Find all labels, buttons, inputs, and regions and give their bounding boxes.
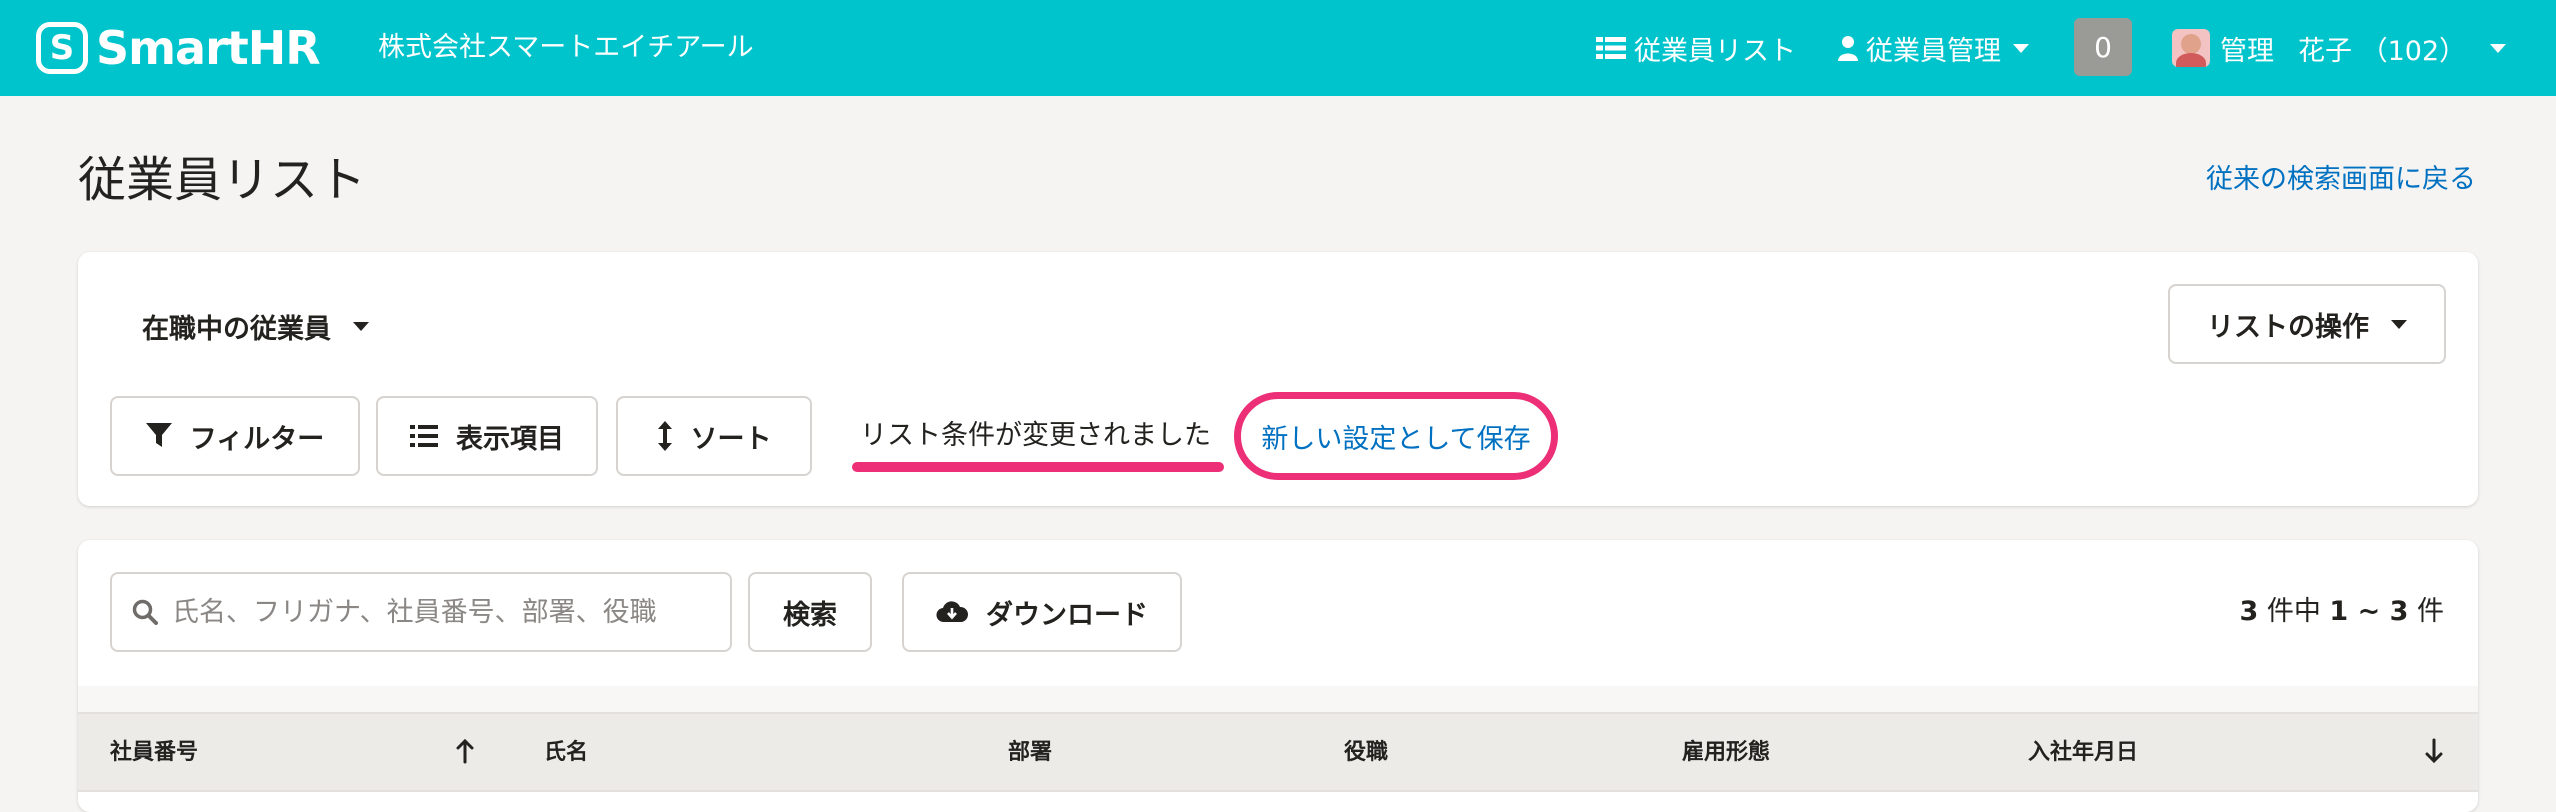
person-icon (1838, 36, 1858, 61)
highlight-circle: 新しい設定として保存 (1234, 392, 1558, 480)
search-box (110, 572, 732, 652)
column-header-hire-date[interactable]: 入社年月日 (2028, 738, 2138, 768)
result-count-suffix: 件 (2408, 596, 2444, 627)
display-columns-label: 表示項目 (456, 423, 564, 455)
list-settings-panel: 在職中の従業員 リストの操作 フィルター 表示項目 ソート リスト条件が変更され… (78, 252, 2478, 506)
user-name: 花子 （102） (2298, 35, 2467, 67)
filter-icon (145, 423, 172, 449)
nav-employee-list[interactable]: 従業員リスト (1596, 28, 1796, 68)
nav-employee-list-label: 従業員リスト (1634, 35, 1796, 67)
results-panel: 検索 ダウンロード 3 件中 1 ~ 3 件 社員番号 氏名 部署 役職 雇用形… (78, 540, 2478, 812)
smarthr-logo[interactable]: S SmartHR (36, 20, 321, 76)
search-button[interactable]: 検索 (748, 572, 872, 652)
list-selector-dropdown[interactable]: 在職中の従業員 (142, 306, 369, 346)
cloud-download-icon (936, 600, 968, 624)
list-operations-button[interactable]: リストの操作 (2168, 284, 2446, 364)
notification-badge[interactable]: 0 (2074, 18, 2132, 76)
user-name-role: 管理 (2220, 35, 2274, 67)
sort-ascending-icon[interactable] (455, 738, 475, 764)
chevron-down-icon (2490, 43, 2507, 53)
nav-employee-management-label: 従業員管理 (1866, 35, 2001, 67)
filter-label: フィルター (189, 423, 325, 455)
search-input[interactable] (172, 596, 712, 628)
top-bar: S SmartHR 株式会社スマートエイチアール 従業員リスト 従業員管理 0 … (0, 0, 2556, 96)
search-button-label: 検索 (783, 599, 837, 631)
search-icon (132, 599, 158, 625)
conditions-changed-message: リスト条件が変更されました (860, 420, 1211, 451)
download-button[interactable]: ダウンロード (902, 572, 1182, 652)
result-count: 3 件中 1 ~ 3 件 (2239, 592, 2444, 632)
list-icon (410, 424, 438, 448)
sort-descending-icon[interactable] (2424, 738, 2444, 764)
logo-text: SmartHR (96, 21, 321, 75)
back-to-legacy-search-link[interactable]: 従来の検索画面に戻る (2206, 162, 2476, 198)
list-operations-label: リストの操作 (2207, 311, 2369, 343)
sort-button[interactable]: ソート (616, 396, 812, 476)
result-count-mid: 件中 (2258, 596, 2330, 627)
chevron-down-icon (2013, 43, 2029, 53)
sort-label: ソート (690, 423, 772, 455)
result-range: 1 ~ 3 (2329, 596, 2409, 627)
save-as-new-setting-link[interactable]: 新しい設定として保存 (1261, 417, 1530, 456)
sort-arrows-icon (657, 421, 673, 451)
chevron-down-icon (2391, 319, 2407, 329)
column-header-position[interactable]: 役職 (1344, 738, 1388, 768)
list-icon (1596, 37, 1626, 59)
table-top-spacer (78, 686, 2478, 712)
nav-employee-management[interactable]: 従業員管理 (1838, 28, 2029, 68)
company-name: 株式会社スマートエイチアール (378, 32, 754, 63)
result-total: 3 (2239, 596, 2259, 627)
column-header-employee-number[interactable]: 社員番号 (110, 738, 198, 768)
smarthr-logo-icon: S (36, 22, 88, 74)
display-columns-button[interactable]: 表示項目 (376, 396, 598, 476)
column-header-name[interactable]: 氏名 (544, 738, 588, 768)
list-selector-label: 在職中の従業員 (142, 313, 331, 345)
chevron-down-icon (353, 321, 369, 331)
filter-button[interactable]: フィルター (110, 396, 360, 476)
user-menu[interactable]: 管理 花子 （102） (2172, 26, 2507, 70)
column-header-employment-type[interactable]: 雇用形態 (1682, 738, 1770, 768)
table-header: 社員番号 氏名 部署 役職 雇用形態 入社年月日 (78, 712, 2478, 792)
highlight-underline (852, 462, 1224, 472)
page-title: 従業員リスト (78, 152, 367, 208)
avatar (2172, 29, 2210, 67)
download-label: ダウンロード (986, 599, 1148, 631)
column-header-department[interactable]: 部署 (1008, 738, 1052, 768)
